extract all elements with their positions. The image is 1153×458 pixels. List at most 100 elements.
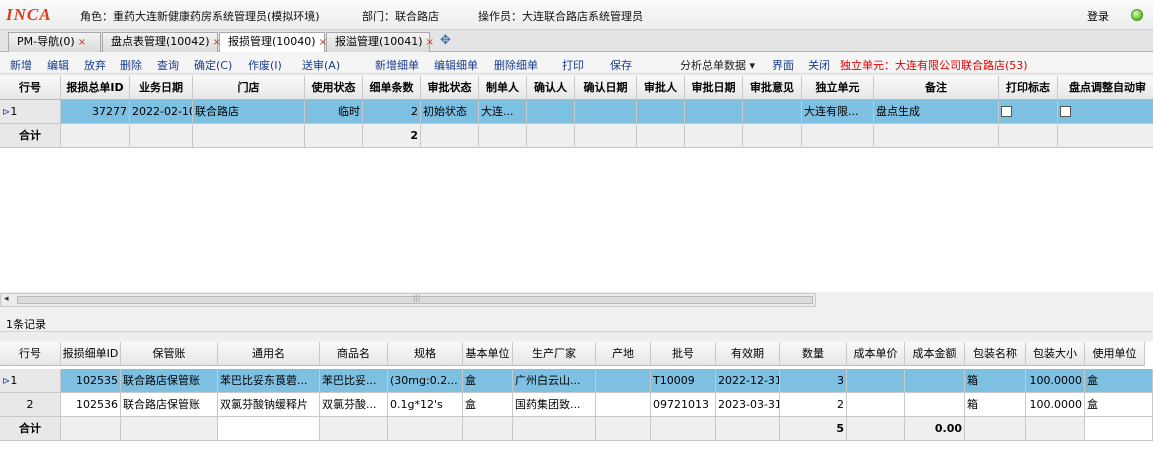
delete-button[interactable]: 删除	[120, 57, 142, 73]
column-header[interactable]: 审批状态	[421, 76, 479, 100]
add-detail-button[interactable]: 新增细单	[375, 57, 419, 73]
column-header[interactable]: 通用名	[218, 342, 320, 366]
auto-approve-checkbox[interactable]	[1060, 105, 1071, 117]
print-flag-checkbox[interactable]	[1001, 105, 1012, 117]
column-header[interactable]: 产地	[596, 342, 651, 366]
approval-status-cell[interactable]: 初始状态	[421, 100, 479, 124]
view-button[interactable]: 界面	[772, 57, 794, 73]
close-icon[interactable]: ×	[78, 37, 86, 48]
column-header[interactable]: 报损细单ID	[61, 342, 121, 366]
column-header[interactable]: 行号	[0, 342, 61, 366]
spec-cell[interactable]: (30mg:0.2...	[388, 369, 463, 393]
column-header[interactable]: 确认日期	[575, 76, 637, 100]
submit-review-button[interactable]: 送审(A)	[302, 57, 340, 73]
column-header[interactable]: 审批日期	[685, 76, 743, 100]
maker-cell[interactable]: 大连...	[479, 100, 527, 124]
expiry-cell[interactable]: 2022-12-31	[716, 369, 780, 393]
pack-size-cell[interactable]: 100.0000	[1026, 393, 1085, 417]
column-header[interactable]: 审批意见	[743, 76, 802, 100]
print-flag-cell[interactable]	[999, 100, 1058, 124]
unit-price-cell[interactable]	[847, 369, 905, 393]
usage-status-cell[interactable]: 临时	[305, 100, 363, 124]
column-header[interactable]: 盘点调整自动审	[1058, 76, 1153, 100]
pack-name-cell[interactable]: 箱	[965, 393, 1026, 417]
account-cell[interactable]: 联合路店保管账	[121, 393, 218, 417]
amount-cell[interactable]	[905, 393, 965, 417]
pack-size-cell[interactable]: 100.0000	[1026, 369, 1085, 393]
column-header[interactable]: 确认人	[527, 76, 575, 100]
edit-button[interactable]: 编辑	[47, 57, 69, 73]
approve-date-cell[interactable]	[685, 100, 743, 124]
opinion-cell[interactable]	[743, 100, 802, 124]
confirmer-cell[interactable]	[527, 100, 575, 124]
tab-inventory-management[interactable]: 盘点表管理(10042) ×	[102, 32, 221, 52]
column-header[interactable]: 打印标志	[999, 76, 1058, 100]
spec-cell[interactable]: 0.1g*12's	[388, 393, 463, 417]
column-header[interactable]: 制单人	[479, 76, 527, 100]
add-button[interactable]: 新增	[10, 57, 32, 73]
column-header[interactable]: 业务日期	[130, 76, 193, 100]
void-button[interactable]: 作废(I)	[248, 57, 282, 73]
save-button[interactable]: 保存	[610, 57, 632, 73]
scroll-left-icon[interactable]: ◂	[4, 294, 9, 304]
column-header[interactable]: 保管账	[121, 342, 218, 366]
column-header[interactable]: 成本金额	[905, 342, 965, 366]
column-header[interactable]: 基本单位	[463, 342, 513, 366]
column-header[interactable]: 规格	[388, 342, 463, 366]
confirm-button[interactable]: 确定(C)	[194, 57, 232, 73]
amount-cell[interactable]	[905, 369, 965, 393]
detail-count-cell[interactable]: 2	[363, 100, 421, 124]
column-header[interactable]: 使用单位	[1085, 342, 1145, 366]
tab-navigation[interactable]: PM-导航(0) ×	[8, 32, 101, 52]
column-header[interactable]: 包装名称	[965, 342, 1026, 366]
horizontal-scrollbar[interactable]: ◂ |||	[0, 293, 816, 307]
quantity-cell[interactable]: 3	[780, 369, 847, 393]
tab-loss-report-management[interactable]: 报损管理(10040) ×	[219, 32, 327, 53]
column-header[interactable]: 批号	[651, 342, 716, 366]
origin-cell[interactable]	[596, 393, 651, 417]
add-tab-icon[interactable]: ✥	[440, 33, 451, 48]
store-cell[interactable]: 联合路店	[193, 100, 305, 124]
column-header[interactable]: 备注	[874, 76, 999, 100]
close-button[interactable]: 关闭	[808, 57, 830, 73]
auto-approve-cell[interactable]	[1058, 100, 1153, 124]
base-unit-cell[interactable]: 盒	[463, 393, 513, 417]
column-header[interactable]: 审批人	[637, 76, 685, 100]
unit-cell[interactable]: 大连有限...	[802, 100, 874, 124]
tab-overflow-management[interactable]: 报溢管理(10041) ×	[326, 32, 434, 52]
print-button[interactable]: 打印	[562, 57, 584, 73]
column-header[interactable]: 细单条数	[363, 76, 421, 100]
analysis-dropdown[interactable]: 分析总单数据 ▾	[680, 57, 755, 73]
close-icon[interactable]: ×	[426, 37, 434, 48]
query-button[interactable]: 查询	[157, 57, 179, 73]
column-header[interactable]: 生产厂家	[513, 342, 596, 366]
loss-id-cell[interactable]: 37277	[61, 100, 130, 124]
origin-cell[interactable]	[596, 369, 651, 393]
account-cell[interactable]: 联合路店保管账	[121, 369, 218, 393]
use-unit-cell[interactable]: 盒	[1085, 369, 1153, 393]
delete-detail-button[interactable]: 删除细单	[494, 57, 538, 73]
manufacturer-cell[interactable]: 广州白云山...	[513, 369, 596, 393]
trade-name-cell[interactable]: 双氯芬酸...	[320, 393, 388, 417]
column-header[interactable]: 商品名	[320, 342, 388, 366]
expiry-cell[interactable]: 2023-03-31	[716, 393, 780, 417]
generic-name-cell[interactable]: 双氯芬酸钠缓释片	[218, 393, 320, 417]
quantity-cell[interactable]: 2	[780, 393, 847, 417]
column-header[interactable]: 行号	[0, 76, 61, 100]
confirm-date-cell[interactable]	[575, 100, 637, 124]
column-header[interactable]: 门店	[193, 76, 305, 100]
detail-id-cell[interactable]: 102535	[61, 369, 121, 393]
abandon-button[interactable]: 放弃	[84, 57, 106, 73]
batch-cell[interactable]: 09721013	[651, 393, 716, 417]
approver-cell[interactable]	[637, 100, 685, 124]
base-unit-cell[interactable]: 盒	[463, 369, 513, 393]
scrollbar-thumb[interactable]: |||	[17, 294, 813, 304]
unit-price-cell[interactable]	[847, 393, 905, 417]
panel-splitter[interactable]	[0, 331, 1153, 339]
edit-detail-button[interactable]: 编辑细单	[434, 57, 478, 73]
note-cell[interactable]: 盘点生成	[874, 100, 999, 124]
column-header[interactable]: 有效期	[716, 342, 780, 366]
column-header[interactable]: 使用状态	[305, 76, 363, 100]
login-link[interactable]: 登录	[1087, 8, 1109, 24]
column-header[interactable]: 报损总单ID	[61, 76, 130, 100]
